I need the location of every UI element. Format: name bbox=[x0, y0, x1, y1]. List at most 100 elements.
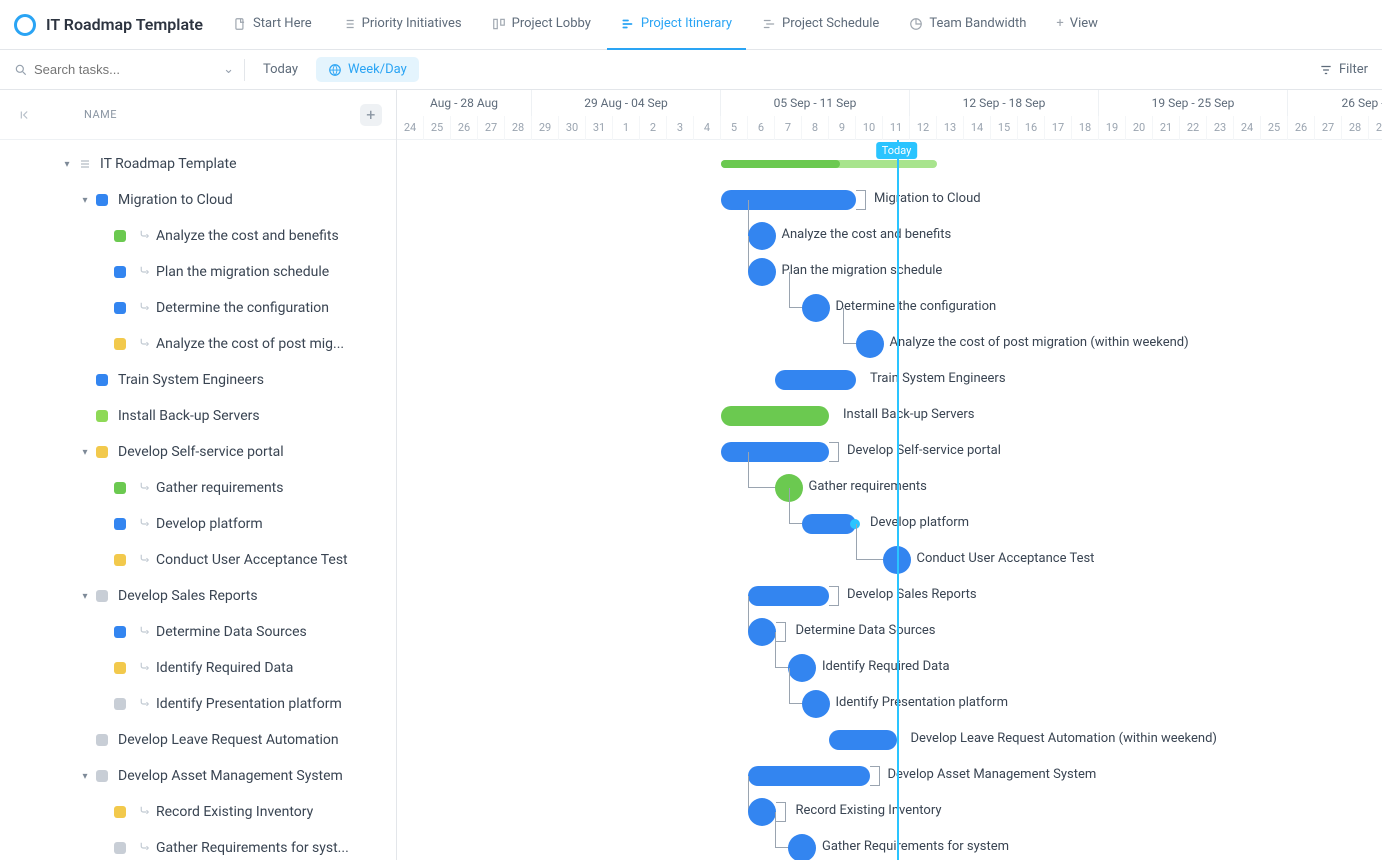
gantt-bar[interactable] bbox=[829, 730, 897, 750]
tree-node[interactable]: Identify Required Data bbox=[0, 650, 396, 686]
tree-node[interactable]: Analyze the cost of post mig... bbox=[0, 326, 396, 362]
tree-node[interactable]: Analyze the cost and benefits bbox=[0, 218, 396, 254]
gantt-row[interactable]: Develop Leave Request Automation (within… bbox=[397, 722, 1382, 758]
gantt-row[interactable]: Determine the configuration bbox=[397, 290, 1382, 326]
caret-icon[interactable] bbox=[80, 195, 90, 205]
search-input[interactable] bbox=[34, 62, 217, 77]
gantt-row[interactable]: Plan the migration schedule bbox=[397, 254, 1382, 290]
today-button[interactable]: Today bbox=[255, 58, 306, 81]
caret-icon[interactable] bbox=[80, 447, 90, 457]
tree-node[interactable]: Migration to Cloud bbox=[0, 182, 396, 218]
caret-icon[interactable] bbox=[98, 231, 108, 241]
plus-icon: + bbox=[1056, 16, 1063, 31]
tree-node[interactable]: Identify Presentation platform bbox=[0, 686, 396, 722]
caret-icon[interactable] bbox=[98, 699, 108, 709]
day-cell: 7 bbox=[775, 116, 802, 140]
tree-node[interactable]: Develop Sales Reports bbox=[0, 578, 396, 614]
add-task-button[interactable]: + bbox=[360, 104, 382, 126]
tree-node[interactable]: Record Existing Inventory bbox=[0, 794, 396, 830]
gantt-body[interactable]: Migration to CloudAnalyze the cost and b… bbox=[397, 140, 1382, 860]
gantt-bar[interactable] bbox=[748, 586, 829, 606]
gantt-row[interactable]: Develop Asset Management System bbox=[397, 758, 1382, 794]
gantt-bar[interactable] bbox=[775, 370, 856, 390]
caret-icon[interactable] bbox=[98, 627, 108, 637]
tree-node[interactable]: Conduct User Acceptance Test bbox=[0, 542, 396, 578]
filter-button[interactable]: Filter bbox=[1319, 62, 1368, 77]
collapse-sidebar-icon[interactable] bbox=[18, 108, 34, 122]
tab-project-schedule[interactable]: Project Schedule bbox=[748, 0, 893, 50]
gantt-row[interactable]: Develop Self-service portal bbox=[397, 434, 1382, 470]
gantt-row[interactable]: Analyze the cost of post migration (with… bbox=[397, 326, 1382, 362]
task-tree[interactable]: IT Roadmap TemplateMigration to CloudAna… bbox=[0, 140, 396, 860]
node-label: Develop Asset Management System bbox=[118, 768, 343, 784]
gantt-row[interactable]: Install Back-up Servers bbox=[397, 398, 1382, 434]
gantt-bar[interactable] bbox=[802, 514, 856, 534]
gantt-row[interactable]: Identify Required Data bbox=[397, 650, 1382, 686]
caret-icon[interactable] bbox=[98, 339, 108, 349]
tree-node[interactable]: Develop Asset Management System bbox=[0, 758, 396, 794]
gantt-circle[interactable] bbox=[802, 690, 830, 718]
gantt-circle[interactable] bbox=[856, 330, 884, 358]
tree-node[interactable]: Install Back-up Servers bbox=[0, 398, 396, 434]
tree-node[interactable]: Develop platform bbox=[0, 506, 396, 542]
caret-icon[interactable] bbox=[98, 267, 108, 277]
tab-priority-initiatives[interactable]: Priority Initiatives bbox=[328, 0, 476, 50]
gantt-row[interactable]: Record Existing Inventory bbox=[397, 794, 1382, 830]
caret-icon[interactable] bbox=[98, 555, 108, 565]
gantt-bar[interactable] bbox=[721, 190, 856, 210]
gantt-row[interactable]: Develop platform bbox=[397, 506, 1382, 542]
caret-icon[interactable] bbox=[80, 411, 90, 421]
tab-project-lobby[interactable]: Project Lobby bbox=[478, 0, 605, 50]
gantt-circle[interactable] bbox=[788, 834, 816, 860]
tree-node[interactable]: Plan the migration schedule bbox=[0, 254, 396, 290]
node-label: Record Existing Inventory bbox=[156, 804, 313, 820]
tree-node[interactable]: Train System Engineers bbox=[0, 362, 396, 398]
gantt-bar[interactable] bbox=[721, 406, 829, 426]
caret-icon[interactable] bbox=[62, 159, 72, 169]
gantt-circle[interactable] bbox=[748, 618, 776, 646]
gantt-bar[interactable] bbox=[748, 766, 870, 786]
bracket bbox=[829, 442, 839, 462]
caret-icon[interactable] bbox=[80, 591, 90, 601]
caret-icon[interactable] bbox=[80, 735, 90, 745]
search-box[interactable]: ⌄ bbox=[14, 62, 234, 77]
subtask-icon bbox=[136, 625, 150, 639]
gantt-row[interactable]: Identify Presentation platform bbox=[397, 686, 1382, 722]
tree-node[interactable]: Gather requirements bbox=[0, 470, 396, 506]
caret-icon[interactable] bbox=[98, 807, 108, 817]
gantt-row[interactable]: Develop Sales Reports bbox=[397, 578, 1382, 614]
tab-team-bandwidth[interactable]: Team Bandwidth bbox=[895, 0, 1040, 50]
caret-icon[interactable] bbox=[98, 663, 108, 673]
tree-node[interactable]: Determine the configuration bbox=[0, 290, 396, 326]
gantt-row[interactable]: Migration to Cloud bbox=[397, 182, 1382, 218]
gantt-circle[interactable] bbox=[748, 258, 776, 286]
tree-node[interactable]: Develop Leave Request Automation bbox=[0, 722, 396, 758]
caret-icon[interactable] bbox=[98, 519, 108, 529]
chevron-down-icon[interactable]: ⌄ bbox=[223, 62, 234, 77]
caret-icon[interactable] bbox=[80, 375, 90, 385]
caret-icon[interactable] bbox=[98, 303, 108, 313]
gantt-row[interactable]: Gather requirements bbox=[397, 470, 1382, 506]
tree-node[interactable]: Determine Data Sources bbox=[0, 614, 396, 650]
gantt-row[interactable]: Determine Data Sources bbox=[397, 614, 1382, 650]
weekday-toggle[interactable]: Week/Day bbox=[316, 57, 419, 82]
gantt-circle[interactable] bbox=[748, 798, 776, 826]
tree-node[interactable]: Develop Self-service portal bbox=[0, 434, 396, 470]
gantt-circle[interactable] bbox=[802, 294, 830, 322]
tree-node[interactable]: IT Roadmap Template bbox=[0, 146, 396, 182]
gantt-row[interactable]: Gather Requirements for system bbox=[397, 830, 1382, 860]
caret-icon[interactable] bbox=[98, 843, 108, 853]
subtask-icon bbox=[136, 661, 150, 675]
tab-project-itinerary[interactable]: Project Itinerary bbox=[607, 0, 746, 50]
dependency-line bbox=[789, 488, 803, 524]
day-cell: 1 bbox=[613, 116, 640, 140]
tree-node[interactable]: Gather Requirements for syst... bbox=[0, 830, 396, 860]
gantt-row[interactable]: Conduct User Acceptance Test bbox=[397, 542, 1382, 578]
gantt-row[interactable]: Train System Engineers bbox=[397, 362, 1382, 398]
caret-icon[interactable] bbox=[80, 771, 90, 781]
caret-icon[interactable] bbox=[98, 483, 108, 493]
tab-add-view[interactable]: + View bbox=[1042, 0, 1112, 50]
gantt-circle[interactable] bbox=[748, 222, 776, 250]
gantt-row[interactable]: Analyze the cost and benefits bbox=[397, 218, 1382, 254]
tab-start-here[interactable]: Start Here bbox=[219, 0, 326, 50]
